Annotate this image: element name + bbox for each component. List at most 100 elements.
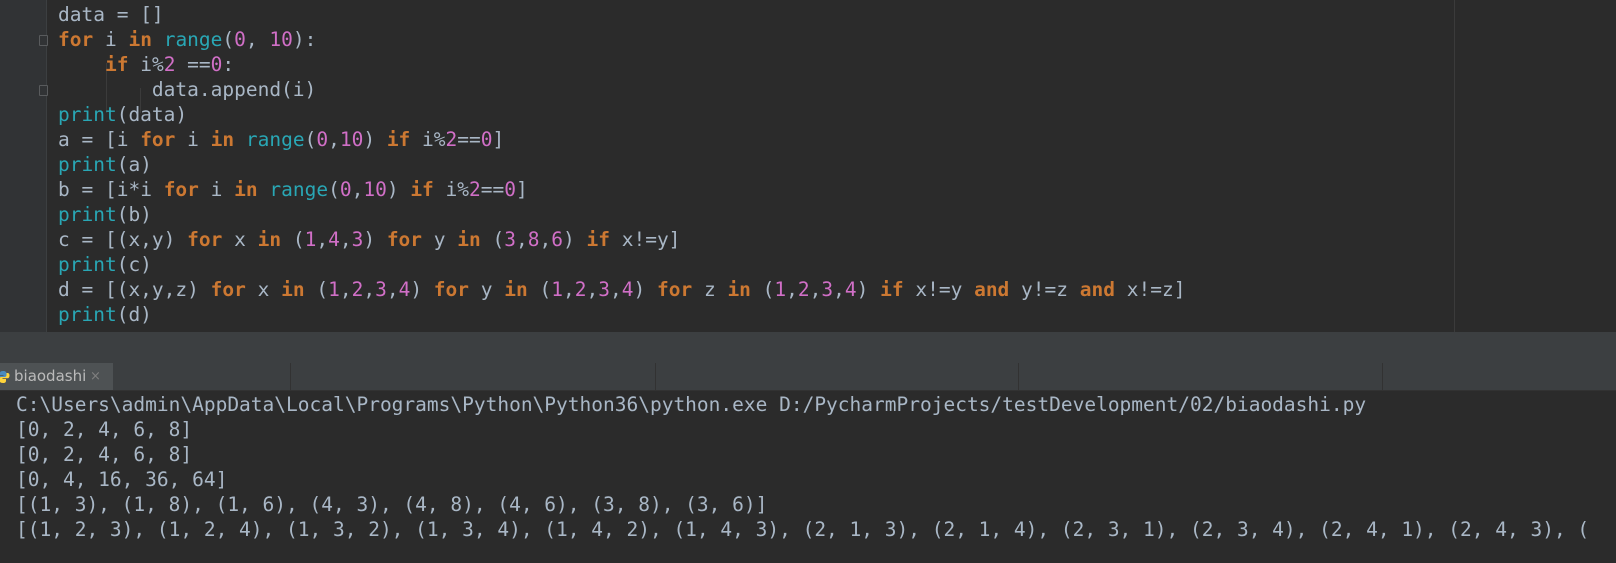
- code-token: 3: [375, 278, 387, 301]
- code-token: (d): [116, 303, 152, 326]
- pycharm-window: data = [] for i in range(0, 10): if i%2 =…: [0, 0, 1616, 563]
- run-tab-biaodashi[interactable]: biaodashi ×: [0, 363, 113, 390]
- code-token: a = [i: [58, 128, 141, 151]
- code-token: ==: [480, 178, 505, 201]
- code-token: ,: [516, 228, 528, 251]
- code-line[interactable]: if i%2 ==0:: [58, 52, 234, 77]
- code-token: 2: [351, 278, 364, 301]
- code-token: !=: [1138, 278, 1162, 301]
- code-token: 4: [844, 278, 857, 301]
- code-token: (data): [116, 103, 188, 126]
- code-token: range: [269, 178, 329, 201]
- code-token: 10: [269, 28, 293, 51]
- code-token: print: [58, 253, 117, 276]
- code-token: ): [856, 278, 881, 301]
- code-token: x: [222, 228, 258, 251]
- code-token: x: [903, 278, 928, 301]
- code-token: ): [386, 178, 411, 201]
- fold-marker-icon[interactable]: [39, 35, 48, 46]
- code-line[interactable]: print(a): [58, 152, 152, 177]
- code-token: y: [422, 228, 458, 251]
- code-token: 0: [504, 178, 517, 201]
- code-token: data.append(i): [58, 78, 317, 101]
- code-token: if: [104, 53, 129, 76]
- code-token: ]: [516, 178, 528, 201]
- code-line[interactable]: data.append(i): [58, 77, 316, 102]
- code-line[interactable]: print(data): [58, 102, 187, 127]
- code-token: 2: [469, 178, 481, 201]
- code-token: in: [281, 278, 305, 301]
- code-token: c = [(x,y): [58, 228, 188, 251]
- code-line[interactable]: c = [(x,y) for x in (1,4,3) for y in (3,…: [58, 227, 680, 252]
- code-token: 3: [504, 228, 516, 251]
- code-token: z]: [1161, 278, 1186, 301]
- code-line[interactable]: b = [i*i for i in range(0,10) if i%2==0]: [58, 177, 528, 202]
- code-editor[interactable]: data = [] for i in range(0, 10): if i%2 =…: [0, 0, 1616, 332]
- code-token: !=: [927, 278, 951, 301]
- code-token: 1: [328, 278, 340, 301]
- code-line[interactable]: print(c): [58, 252, 152, 277]
- code-token: data: [58, 3, 105, 26]
- code-token: 2: [445, 128, 458, 151]
- code-token: (: [527, 278, 552, 301]
- code-line[interactable]: a = [i for i in range(0,10) if i%2==0]: [58, 127, 504, 152]
- code-token: 8: [527, 228, 540, 251]
- code-token: in: [727, 278, 751, 301]
- code-line[interactable]: print(d): [58, 302, 152, 327]
- code-token: 2: [163, 53, 176, 76]
- tool-window-header: [0, 332, 1616, 363]
- code-token: 1: [304, 228, 317, 251]
- code-token: 0: [316, 128, 329, 151]
- close-tab-icon[interactable]: ×: [90, 363, 101, 390]
- code-token: if: [410, 178, 434, 201]
- code-token: (: [304, 278, 329, 301]
- console-output-line: [(1, 3), (1, 8), (1, 6), (4, 3), (4, 8),…: [16, 493, 768, 516]
- code-token: y]: [656, 228, 681, 251]
- code-token: (: [222, 28, 235, 51]
- code-token: z: [1056, 278, 1080, 301]
- code-token: y: [469, 278, 505, 301]
- code-token: ,: [609, 278, 622, 301]
- code-token: ,: [809, 278, 822, 301]
- fold-marker-icon[interactable]: [39, 85, 48, 96]
- code-line[interactable]: for i in range(0, 10):: [58, 27, 316, 52]
- code-line[interactable]: print(b): [58, 202, 152, 227]
- code-token: 0: [339, 178, 352, 201]
- code-token: for: [163, 178, 199, 201]
- code-token: ,: [316, 228, 329, 251]
- code-token: for: [433, 278, 470, 301]
- code-token: i: [433, 178, 458, 201]
- code-token: 3: [821, 278, 834, 301]
- code-token: i: [410, 128, 434, 151]
- code-token: (b): [116, 203, 152, 226]
- tab-separator: [290, 363, 291, 390]
- code-token: 6: [551, 228, 563, 251]
- run-console[interactable]: C:\Users\admin\AppData\Local\Programs\Py…: [0, 391, 1616, 563]
- right-margin-guide: [1454, 0, 1455, 332]
- code-line[interactable]: data = []: [58, 2, 164, 27]
- code-token: 4: [328, 228, 340, 251]
- code-token: 10: [339, 128, 364, 151]
- code-token: (: [328, 178, 340, 201]
- code-token: if: [586, 228, 610, 251]
- tab-separator: [1382, 363, 1383, 390]
- code-token: i: [198, 178, 235, 201]
- code-token: ,: [386, 278, 399, 301]
- code-token: for: [58, 28, 94, 51]
- code-token: ==: [175, 53, 211, 76]
- code-line[interactable]: d = [(x,y,z) for x in (1,2,3,4) for y in…: [58, 277, 1185, 302]
- code-token: if: [880, 278, 904, 301]
- code-token: for: [210, 278, 246, 301]
- code-token: d = [(x,y,z): [58, 278, 211, 301]
- code-token: !=: [1032, 278, 1057, 301]
- code-token: i: [140, 178, 164, 201]
- code-token: for: [140, 128, 176, 151]
- code-token: (: [750, 278, 775, 301]
- code-token: and: [1079, 278, 1115, 301]
- code-token: ,: [328, 128, 340, 151]
- code-token: for: [386, 228, 423, 251]
